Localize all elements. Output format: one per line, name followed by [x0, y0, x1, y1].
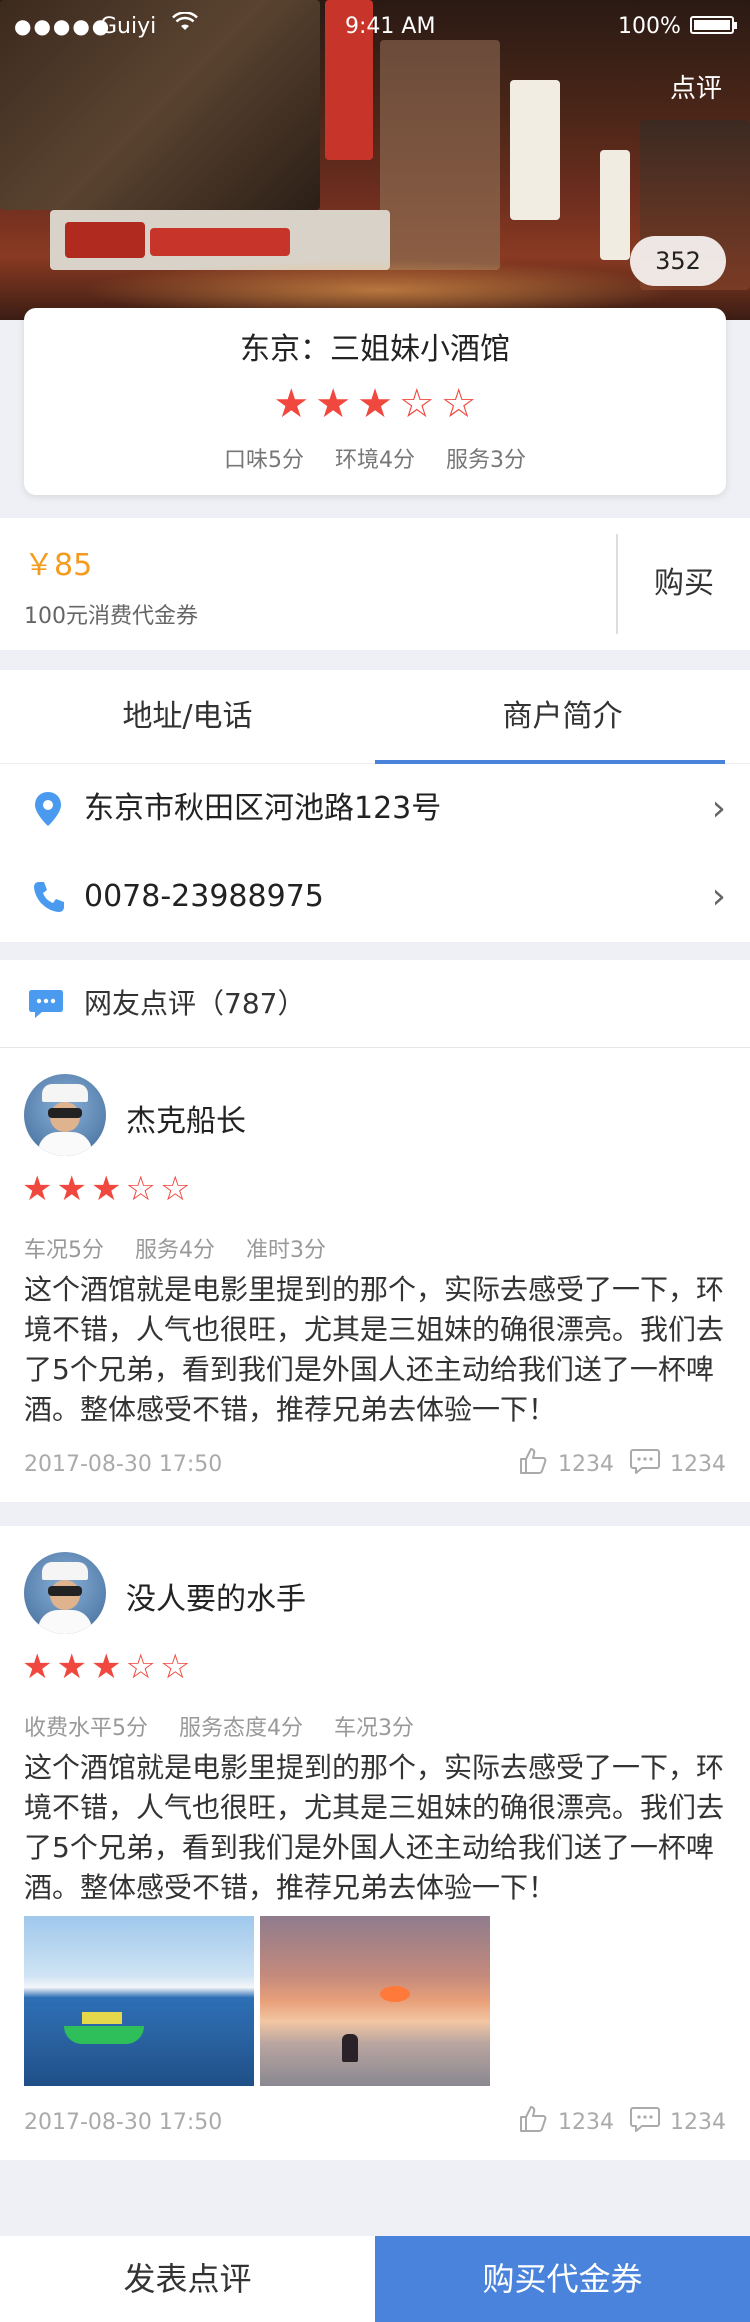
review-scores: 收费水平5分 服务态度4分 车况3分 [24, 1710, 438, 1742]
star-empty-icon: ☆ [125, 1647, 156, 1687]
review-photo[interactable] [24, 1916, 254, 2086]
score-environment: 环境4分 [335, 448, 415, 473]
address-row[interactable]: 东京市秋田区河池路123号 › [0, 764, 750, 854]
phone-icon [30, 878, 66, 916]
avatar[interactable] [24, 1552, 106, 1634]
like-count: 1234 [558, 1452, 614, 1477]
review-link[interactable]: 点评 [670, 68, 722, 105]
star-filled-icon: ★ [357, 381, 393, 427]
battery-percent: 100% [618, 14, 681, 39]
comment-bubble-icon [28, 988, 64, 1020]
carrier-name: Guiyi [100, 14, 157, 39]
voucher-price: ￥85 [24, 548, 93, 583]
hero-photo-building [380, 40, 500, 270]
shop-scores: 口味5分 环境4分 服务3分 [24, 442, 726, 474]
chevron-right-icon: › [711, 876, 726, 917]
reviewer-name[interactable]: 杰克船长 [126, 1096, 246, 1140]
wifi-icon [172, 11, 198, 38]
thumbs-up-icon[interactable] [518, 2104, 548, 2134]
hero-photo-sign [65, 222, 145, 258]
star-filled-icon: ★ [315, 381, 352, 427]
hero-photo-sign [510, 80, 560, 220]
tab-bar: 地址/电话 商户简介 [0, 670, 750, 764]
review-score: 车况3分 [334, 1716, 414, 1741]
star-empty-icon: ☆ [159, 1647, 191, 1687]
star-filled-icon: ★ [90, 1169, 122, 1209]
reviews-header-title: 网友点评（787） [84, 987, 306, 1020]
location-pin-icon [30, 790, 66, 828]
star-empty-icon: ☆ [440, 381, 477, 427]
battery-icon [690, 16, 737, 34]
review-score: 服务态度4分 [179, 1716, 303, 1741]
review-photo[interactable] [260, 1916, 490, 2086]
review-text: 这个酒馆就是电影里提到的那个，实际去感受了一下，环境不错，人气也很旺，尤其是三姐… [24, 1751, 725, 1904]
shop-rating-stars: ★ ★ ★ ☆ ☆ [273, 384, 476, 424]
star-filled-icon: ★ [273, 381, 310, 427]
star-empty-icon: ☆ [159, 1169, 191, 1209]
hero-photo-sign [600, 150, 630, 260]
score-taste: 口味5分 [224, 448, 304, 473]
tab-merchant-intro[interactable]: 商户简介 [375, 670, 750, 764]
star-empty-icon: ☆ [125, 1169, 156, 1209]
reviews-header: 网友点评（787） [0, 960, 750, 1048]
star-filled-icon: ★ [22, 1169, 53, 1209]
star-filled-icon: ★ [90, 1647, 122, 1687]
shop-info-card: 东京：三姐妹小酒馆 ★ ★ ★ ☆ ☆ 口味5分 环境4分 服务3分 [24, 308, 726, 495]
chevron-right-icon: › [711, 788, 726, 829]
star-filled-icon: ★ [56, 1169, 87, 1209]
review-text: 这个酒馆就是电影里提到的那个，实际去感受了一下，环境不错，人气也很旺，尤其是三姐… [24, 1273, 725, 1426]
review-rating-stars: ★ ★ ★ ☆ ☆ [22, 1650, 190, 1684]
review-score: 准时3分 [246, 1238, 326, 1263]
star-filled-icon: ★ [56, 1647, 87, 1687]
phone-row[interactable]: 0078-23988975 › [0, 852, 750, 942]
comment-icon[interactable] [630, 2106, 660, 2134]
review-score: 车况5分 [24, 1238, 104, 1263]
review-date: 2017-08-30 17:50 [24, 2110, 223, 2135]
phone-text: 0078-23988975 [84, 879, 324, 914]
hero-photo-sign [150, 228, 290, 256]
voucher-row: ￥85 100元消费代金券 购买 [0, 518, 750, 650]
buy-button[interactable]: 购买 [618, 518, 750, 650]
address-text: 东京市秋田区河池路123号 [84, 791, 442, 826]
voucher-description: 100元消费代金券 [24, 604, 198, 629]
bottom-action-bar: 发表点评 购买代金券 [0, 2236, 750, 2322]
comment-icon[interactable] [630, 1448, 660, 1476]
status-time: 9:41 AM [345, 14, 436, 39]
review-footer: 2017-08-30 17:50 1234 1234 [24, 2104, 726, 2144]
comment-count: 1234 [670, 2110, 726, 2135]
status-bar: ●●●●● Guiyi 9:41 AM 100% [0, 0, 750, 52]
review-item: 杰克船长 ★ ★ ★ ☆ ☆ 车况5分 服务4分 准时3分 这个酒馆就是电影里提… [0, 1048, 750, 1502]
review-rating-stars: ★ ★ ★ ☆ ☆ [22, 1172, 190, 1206]
review-score: 收费水平5分 [24, 1716, 148, 1741]
review-item: 没人要的水手 ★ ★ ★ ☆ ☆ 收费水平5分 服务态度4分 车况3分 这个酒馆… [0, 1526, 750, 2160]
review-footer: 2017-08-30 17:50 1234 1234 [24, 1446, 726, 1486]
buy-voucher-button[interactable]: 购买代金券 [375, 2236, 750, 2322]
reviewer-name[interactable]: 没人要的水手 [126, 1574, 306, 1618]
signal-icon: ●●●●● [14, 14, 112, 38]
avatar[interactable] [24, 1074, 106, 1156]
photo-count-badge[interactable]: 352 [630, 236, 726, 286]
tab-address-phone[interactable]: 地址/电话 [0, 670, 375, 764]
shop-title: 东京：三姐妹小酒馆 [240, 332, 510, 367]
review-date: 2017-08-30 17:50 [24, 1452, 223, 1477]
review-score: 服务4分 [135, 1238, 215, 1263]
star-filled-icon: ★ [22, 1647, 53, 1687]
thumbs-up-icon[interactable] [518, 1446, 548, 1476]
comment-count: 1234 [670, 1452, 726, 1477]
star-empty-icon: ☆ [398, 381, 435, 427]
score-service: 服务3分 [446, 448, 526, 473]
post-review-button[interactable]: 发表点评 [0, 2236, 375, 2322]
like-count: 1234 [558, 2110, 614, 2135]
review-scores: 车况5分 服务4分 准时3分 [24, 1232, 350, 1264]
